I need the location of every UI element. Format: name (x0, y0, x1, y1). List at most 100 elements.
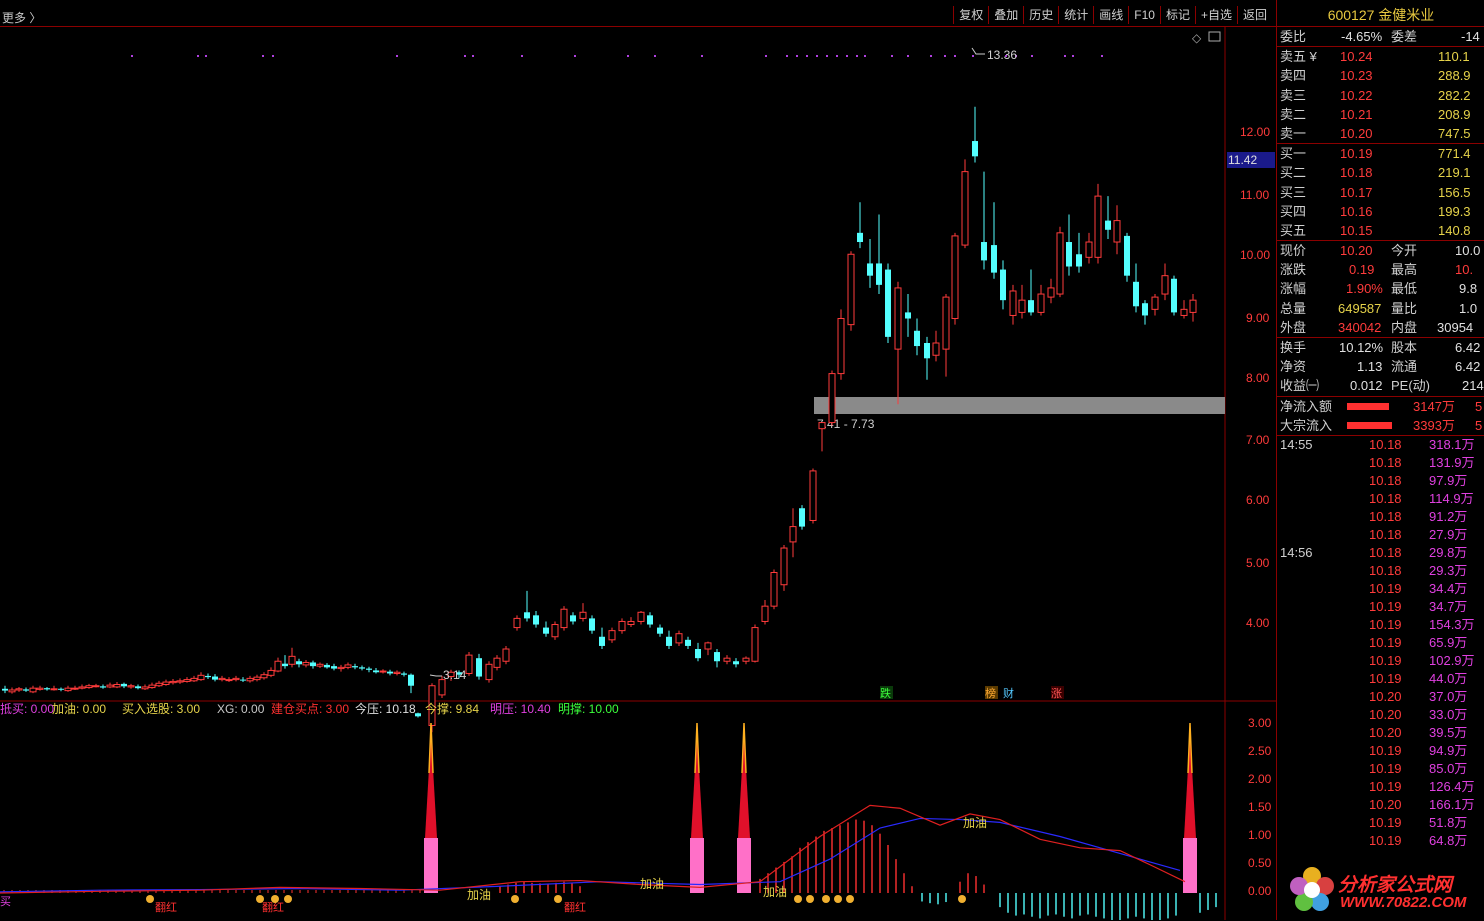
signal-dot (846, 55, 848, 57)
chart-area[interactable]: ◇ 12.00 11.00 10.00 9.00 8.00 7.00 6.00 … (0, 27, 1276, 920)
tick-price: 10.19 (1369, 616, 1402, 632)
toolbar-button-statistics[interactable]: 统计 (1058, 6, 1093, 24)
hand-icon (806, 895, 814, 903)
candle-body (352, 666, 358, 668)
candle-body (85, 685, 93, 689)
tick-price: 10.19 (1369, 778, 1402, 794)
candle-body (543, 627, 549, 634)
signal-dot (262, 55, 264, 57)
candle-body (714, 652, 720, 662)
legend-item: 明撑: 10.00 (558, 701, 619, 716)
fund-value: 214 (1462, 378, 1484, 394)
quote-label: 现价 (1280, 243, 1307, 259)
ask-price: 10.23 (1340, 68, 1373, 84)
candle-body (981, 242, 987, 261)
signal-dot (472, 55, 474, 57)
signal-dot (197, 55, 199, 57)
candle-body (8, 689, 16, 693)
candle-body (485, 663, 493, 681)
candle-body (15, 688, 23, 691)
tick-row: 10.19 34.4万 (1277, 580, 1484, 598)
candle-body (733, 661, 739, 665)
toolbar-button-draw-line[interactable]: 画线 (1093, 6, 1128, 24)
candle-body (905, 312, 911, 319)
tick-row: 10.19 94.9万 (1277, 742, 1484, 760)
quote-value: 1.90% (1346, 281, 1383, 297)
bid-label: 买五 (1280, 222, 1307, 238)
more-menu[interactable]: 更多 〉 (2, 9, 41, 26)
quote-value: 340042 (1338, 319, 1382, 335)
candle-body (253, 676, 261, 681)
candle-body (675, 633, 683, 644)
tick-price: 10.19 (1369, 634, 1402, 650)
candle-body (141, 686, 149, 690)
window-icon[interactable] (1208, 31, 1221, 42)
bid-row[interactable]: 买三 10.17 156.5 (1277, 183, 1484, 202)
candle-body (1056, 232, 1064, 295)
tick-price: 10.19 (1369, 652, 1402, 668)
quote-value: 10. (1455, 262, 1474, 278)
ask-volume: 288.9 (1438, 68, 1471, 84)
tick-row: 10.20 39.5万 (1277, 724, 1484, 742)
candle-body (58, 688, 64, 690)
diamond-icon[interactable]: ◇ (1192, 31, 1202, 45)
tick-volume: 91.2万 (1429, 508, 1468, 524)
candle-body (1076, 254, 1082, 267)
bid-volume: 219.1 (1438, 165, 1471, 181)
candle-body (751, 627, 759, 662)
top-toolbar: 更多 〉 复权 叠加 历史 统计 画线 F10 标记 +自选 返回 (0, 6, 1276, 27)
quote-row: 总量 649587 量比 1.0 (1277, 299, 1484, 318)
signal-dot (521, 55, 523, 57)
event-tag-rank[interactable]: 榜 (985, 686, 996, 700)
tick-list[interactable]: 14:55 10.18 318.1万 10.18 131.9万 10.18 97.9万 10.… (1277, 436, 1484, 850)
toolbar-button-f10[interactable]: F10 (1128, 6, 1160, 24)
quote-row: 现价 10.20 今开 10.0 (1277, 241, 1484, 260)
toolbar-button-mark[interactable]: 标记 (1159, 6, 1195, 24)
ask-price: 10.22 (1340, 87, 1373, 103)
candle-body (197, 674, 205, 681)
signal-dot (1072, 55, 1074, 57)
candlesticks (2, 106, 1197, 733)
event-tag-fall[interactable]: 跌 (880, 686, 891, 700)
price-tick: 8.00 (1246, 371, 1270, 385)
bid-row[interactable]: 买一 10.19 771.4 (1277, 144, 1484, 163)
event-tag-rise[interactable]: 涨 (1051, 687, 1062, 700)
candle-body (894, 287, 902, 350)
order-ratio-row: 委比 -4.65% 委差 -14 (1277, 27, 1484, 48)
candle-body (183, 679, 191, 682)
toolbar-button-overlay[interactable]: 叠加 (988, 6, 1023, 24)
marker-jiayou: 加油 (640, 877, 664, 891)
ask-row[interactable]: 卖二 10.21 208.9 (1277, 105, 1484, 124)
tick-row: 10.19 102.9万 (1277, 652, 1484, 670)
ask-row[interactable]: 卖一 10.20 747.5 (1277, 124, 1484, 143)
kline-chart[interactable]: ◇ 12.00 11.00 10.00 9.00 8.00 7.00 6.00 … (0, 27, 1276, 920)
candle-body (1161, 275, 1169, 295)
bid-book: 买一 10.19 771.4 买二 10.18 219.1 买三 10.17 156.5 买… (1277, 144, 1484, 242)
tick-volume: 29.3万 (1429, 562, 1468, 578)
ask-row[interactable]: 卖五 ¥ 10.24 110.1 (1277, 47, 1484, 66)
ask-row[interactable]: 卖四 10.23 288.9 (1277, 66, 1484, 85)
indicator-tick: 1.00 (1248, 828, 1272, 842)
toolbar-button-back[interactable]: 返回 (1236, 6, 1272, 24)
toolbar-button-add-watchlist[interactable]: +自选 (1194, 6, 1237, 24)
candle-body (789, 526, 797, 543)
tick-volume: 318.1万 (1429, 436, 1475, 452)
candle-body (942, 296, 950, 350)
indicator-tick: 2.50 (1248, 744, 1272, 758)
toolbar-button-history[interactable]: 历史 (1023, 6, 1058, 24)
quote-stats: 现价 10.20 今开 10.0 涨跌 0.19 最高 10. 涨幅 1.90% 最低 9.8 总… (1277, 241, 1484, 338)
toolbar-button-restore-rights[interactable]: 复权 (953, 6, 988, 24)
signal-dot (1064, 55, 1066, 57)
watermark-url: WWW.70822.COM (1340, 894, 1467, 911)
event-tag-finance[interactable]: 财 (1003, 686, 1014, 700)
signal-dot (806, 55, 808, 57)
chart-settings-icons: ◇ (1192, 31, 1221, 45)
candle-body (666, 636, 672, 646)
bid-row[interactable]: 买二 10.18 219.1 (1277, 163, 1484, 182)
bid-row[interactable]: 买四 10.16 199.3 (1277, 202, 1484, 221)
candle-body (770, 572, 778, 607)
candle-body (465, 654, 473, 674)
ask-row[interactable]: 卖三 10.22 282.2 (1277, 86, 1484, 105)
indicator-axis: 3.00 2.50 2.00 1.50 1.00 0.50 0.00 (1248, 716, 1272, 898)
bid-row[interactable]: 买五 10.15 140.8 (1277, 221, 1484, 240)
